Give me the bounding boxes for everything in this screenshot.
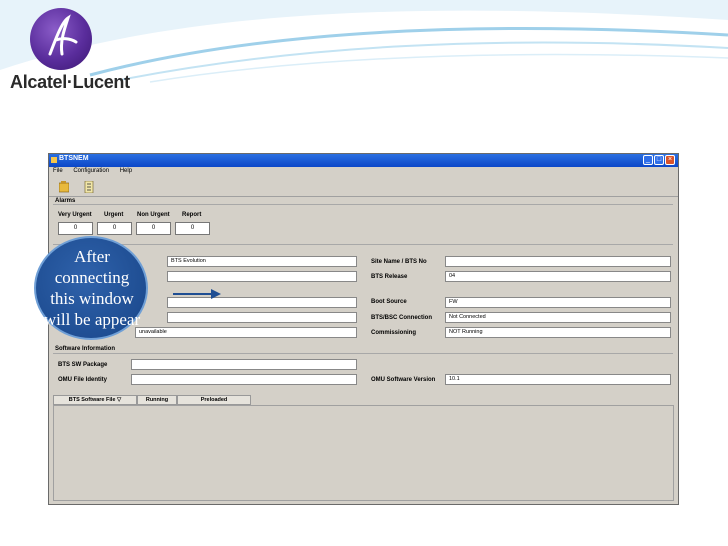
minimize-icon[interactable]: _ <box>643 155 653 165</box>
header-swoosh <box>0 0 728 83</box>
bts-sw-package-label: BTS SW Package <box>58 362 108 368</box>
boot-source-label: Boot Source <box>371 299 407 305</box>
alarm-non-urgent-label: Non Urgent <box>137 212 170 218</box>
callout-text: After connecting this window will be app… <box>38 246 146 330</box>
bts-sw-package-field <box>131 359 357 370</box>
bts-bsc-connection-field: Not Connected <box>445 312 671 323</box>
omu-file-identity-field <box>131 374 357 385</box>
col-preloaded[interactable]: Preloaded <box>177 395 251 405</box>
omu-sw-version-field: 10.1 <box>445 374 671 385</box>
bts-type-field: BTS Evolution <box>167 256 357 267</box>
software-table-header: BTS Software File ▽ Running Preloaded <box>53 395 251 405</box>
callout-arrow-icon <box>173 289 221 299</box>
alarm-urgent-label: Urgent <box>104 212 124 218</box>
alarm-report-label: Report <box>182 212 202 218</box>
callout-line-1: After <box>74 247 110 266</box>
boot-source-field: FW <box>445 297 671 308</box>
maximize-icon[interactable]: □ <box>654 155 664 165</box>
bts-status-field: unavailable <box>135 327 357 338</box>
menu-file[interactable]: File <box>53 168 63 174</box>
alcatel-lucent-logo-icon <box>30 8 92 70</box>
brand-name: Alcatel·Lucent <box>10 72 130 92</box>
window-titlebar[interactable]: BTSNEM _ □ × <box>49 154 678 167</box>
folder-icon[interactable] <box>59 181 69 193</box>
bts-info-field-2 <box>167 271 357 282</box>
site-name-field <box>445 256 671 267</box>
callout-line-2: connecting <box>54 268 130 287</box>
omu-file-identity-label: OMU File Identity <box>58 377 108 383</box>
commissioning-label: Commissioning <box>371 330 417 336</box>
menu-help[interactable]: Help <box>120 168 132 174</box>
callout-line-4: will be appear <box>43 310 141 329</box>
alarm-report-count: 0 <box>175 222 210 235</box>
software-table-body[interactable] <box>53 405 674 501</box>
alarm-very-urgent-label: Very Urgent <box>58 212 92 218</box>
config-icon[interactable] <box>84 181 94 193</box>
alarm-very-urgent-count: 0 <box>58 222 93 235</box>
bts-release-field: 04 <box>445 271 671 282</box>
close-icon[interactable]: × <box>665 155 675 165</box>
bts-info-field-4 <box>167 312 357 323</box>
alarms-divider <box>53 204 673 205</box>
toolbar <box>49 178 678 197</box>
bts-info-divider <box>53 244 673 245</box>
col-running[interactable]: Running <box>137 395 177 405</box>
alarm-non-urgent-count: 0 <box>136 222 171 235</box>
site-name-label: Site Name / BTS No <box>371 259 427 265</box>
software-divider <box>53 353 673 354</box>
col-bts-software-file[interactable]: BTS Software File ▽ <box>53 395 137 405</box>
alarm-urgent-count: 0 <box>97 222 132 235</box>
software-section-title: Software Information <box>55 346 116 352</box>
bts-bsc-connection-label: BTS/BSC Connection <box>371 315 432 321</box>
callout-line-3: this window <box>50 289 134 308</box>
commissioning-field: NOT Running <box>445 327 671 338</box>
menu-configuration[interactable]: Configuration <box>73 168 109 174</box>
menu-bar: File Configuration Help <box>49 168 678 177</box>
window-title: BTSNEM <box>59 155 89 162</box>
bts-release-label: BTS Release <box>371 274 408 280</box>
omu-sw-version-label: OMU Software Version <box>371 377 436 383</box>
app-icon <box>51 157 57 163</box>
